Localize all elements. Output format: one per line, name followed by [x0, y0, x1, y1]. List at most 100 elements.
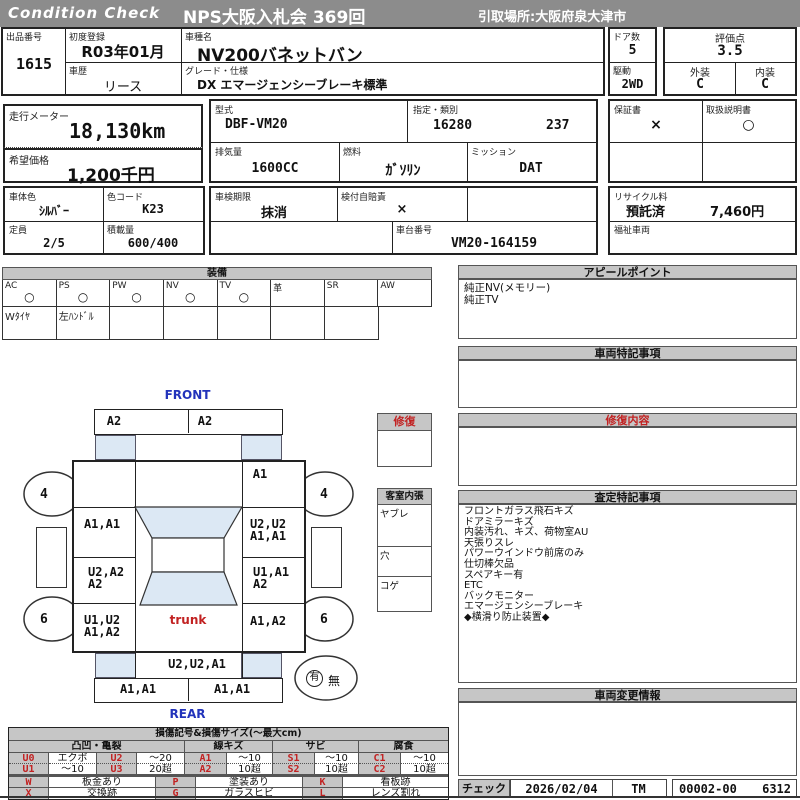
recycle-fee: 7,460円: [710, 205, 765, 220]
top-header-bar: Condition Check NPS大阪入札会 369回 引取場所:大阪府泉大…: [0, 0, 800, 28]
repair-details-box: [458, 427, 797, 486]
divider: [467, 188, 468, 221]
equipment-extra-cell: [217, 307, 272, 340]
left-quarter-panel-damage: U1,U2 A1,A2: [83, 613, 121, 639]
equipment-extra-cell: [164, 307, 218, 340]
spare-no: 無: [328, 674, 341, 688]
right-front-door-damage: U2,U2 A1,A1: [249, 517, 287, 543]
legend-code: U2: [97, 753, 137, 764]
assessment-line: フロントガラス飛石キズ: [464, 506, 574, 517]
pickup-location: 引取場所:大阪府泉大津市: [478, 10, 627, 25]
divider: [702, 101, 703, 181]
check-date: 2026/02/04: [525, 782, 598, 796]
legend-meaning: 看板跡: [343, 777, 448, 788]
divider: [610, 62, 655, 63]
divider: [211, 142, 596, 143]
check-code: 00002-00: [679, 782, 737, 796]
equipment-mark: ○: [238, 290, 250, 304]
tire-depth-front-left: 4: [40, 487, 48, 502]
drive: 2WD: [621, 77, 644, 91]
front-label: FRONT: [164, 388, 211, 402]
assessment-notes-box: フロントガラス飛石キズ ドアミラーキズ 内装汚れ、キズ、荷物室AU 天張りスレ …: [458, 504, 797, 683]
legend-code: K: [303, 777, 343, 788]
glass-roof-layer: [133, 506, 244, 606]
manual-label: 取扱説明書: [706, 106, 752, 116]
history: リース: [103, 80, 143, 95]
appeal-line: 純正TV: [464, 294, 499, 306]
legend-code: C2: [359, 764, 401, 775]
chassis-number: VM20-164159: [450, 236, 538, 251]
equipment-row-2: Wﾀｲﾔ 左ﾊﾝﾄﾞﾙ: [2, 307, 379, 340]
manual-mark: ○: [742, 117, 755, 133]
change-info-title: 車両変更情報: [458, 688, 797, 702]
auction-title: NPS大阪入札会 369回: [183, 8, 366, 28]
equipment-extra-cell: Wﾀｲﾔ: [3, 307, 57, 340]
assessment-line: スペアキー有: [464, 569, 524, 581]
price-box: 希望価格 1,200千円: [3, 148, 203, 186]
front-bumper-right-damage: A2: [197, 414, 213, 428]
check-number: 6312: [762, 782, 791, 796]
legend-size: 10超: [227, 764, 273, 775]
divider: [610, 221, 795, 222]
check-inspector: TM: [631, 782, 646, 796]
legend-code: U3: [97, 764, 137, 775]
equipment-extra: Wﾀｲﾔ: [5, 312, 30, 323]
exterior-grade: C: [696, 77, 704, 92]
warranty-mark: ×: [650, 117, 662, 133]
price-value: 1,200千円: [67, 166, 155, 186]
trunk-label: trunk: [169, 613, 207, 627]
repair-details-title: 修復内容: [458, 413, 797, 427]
legend-size: 20超: [137, 764, 185, 775]
inspection-box: 車検期限 抹消 検付自賠責 × 車台番号 VM20-164159: [209, 186, 598, 255]
equipment-extra-cell: [325, 307, 379, 340]
equipment-label: AW: [380, 281, 395, 291]
equipment-mark: ○: [184, 290, 196, 304]
equipment-cell: AW: [378, 280, 432, 307]
legend-groups: 凸凹・亀裂 線キズ サビ 腐食: [9, 741, 448, 753]
legend-size: 〜10: [227, 753, 273, 764]
displacement-label: 排気量: [215, 148, 243, 158]
model-code-label: 型式: [215, 106, 234, 116]
legend-size-row-2: U1 〜10 U3 20超 A2 10超 S2 10超 C2 10超: [9, 764, 448, 777]
inspection-expiry: 抹消: [260, 206, 287, 221]
equipment-extra-cell: [110, 307, 165, 340]
doors-label: ドア数: [613, 33, 641, 43]
rear-bumper-right-damage: A1,A1: [213, 682, 251, 696]
equipment-cell: TV ○: [217, 280, 272, 307]
tire-depth-rear-right: 6: [320, 612, 328, 627]
equipment-cell: PW ○: [110, 280, 164, 307]
front-bumper-left-damage: A2: [106, 414, 122, 428]
displacement: 1600CC: [251, 161, 299, 176]
legend-size: 〜10: [401, 753, 448, 764]
legend-size-row-1: U0 エクボ U2 〜20 A1 〜10 S1 〜10 C1 〜10: [9, 753, 448, 764]
rear-window-shape: [139, 571, 238, 606]
odometer-box: 走行メーター 18,130km: [3, 104, 203, 148]
legend-size: 10超: [401, 764, 448, 775]
legend-size: エクボ: [49, 753, 97, 764]
divider: [211, 221, 596, 222]
documents-box: 保証書 × 取扱説明書 ○: [608, 99, 797, 183]
capacity: 2/5: [43, 236, 65, 250]
damage-diagram: FRONT REAR A2 A2 A1 A1,A1 U2,A2 A2 U1,U2…: [0, 385, 458, 727]
interior-grade: C: [761, 77, 769, 92]
odometer-value: 18,130km: [69, 119, 166, 143]
legend-title: 損傷記号&損傷サイズ(〜最大cm): [9, 728, 448, 741]
model-code: DBF-VM20: [225, 117, 288, 132]
vehicle-notes-box: [458, 360, 797, 408]
legend-size: 〜20: [137, 753, 185, 764]
doors: 5: [628, 43, 637, 58]
legend-code: U1: [9, 764, 49, 775]
equipment-table: 装備 AC ○ PS ○ PW ○ NV ○ TV ○ 革 SR AW Wﾀｲﾔ…: [2, 267, 432, 340]
load-label: 積載量: [107, 226, 135, 236]
legend-code: U0: [9, 753, 49, 764]
right-slide-door-damage: U1,A1 A2: [253, 565, 290, 591]
legend-code: A2: [185, 764, 227, 775]
legend-mark-row-1: W 板金あり P 塗装あり K 看板跡: [9, 777, 448, 788]
divider: [407, 101, 408, 142]
equipment-row-1: AC ○ PS ○ PW ○ NV ○ TV ○ 革 SR AW: [2, 280, 432, 307]
warranty-label: 保証書: [614, 106, 642, 116]
rear-bumper-left-damage: A1,A1: [119, 682, 157, 696]
capacity-label: 定員: [9, 226, 28, 236]
left-front-door-damage: A1,A1: [83, 517, 121, 531]
equipment-mark: ○: [24, 290, 35, 304]
